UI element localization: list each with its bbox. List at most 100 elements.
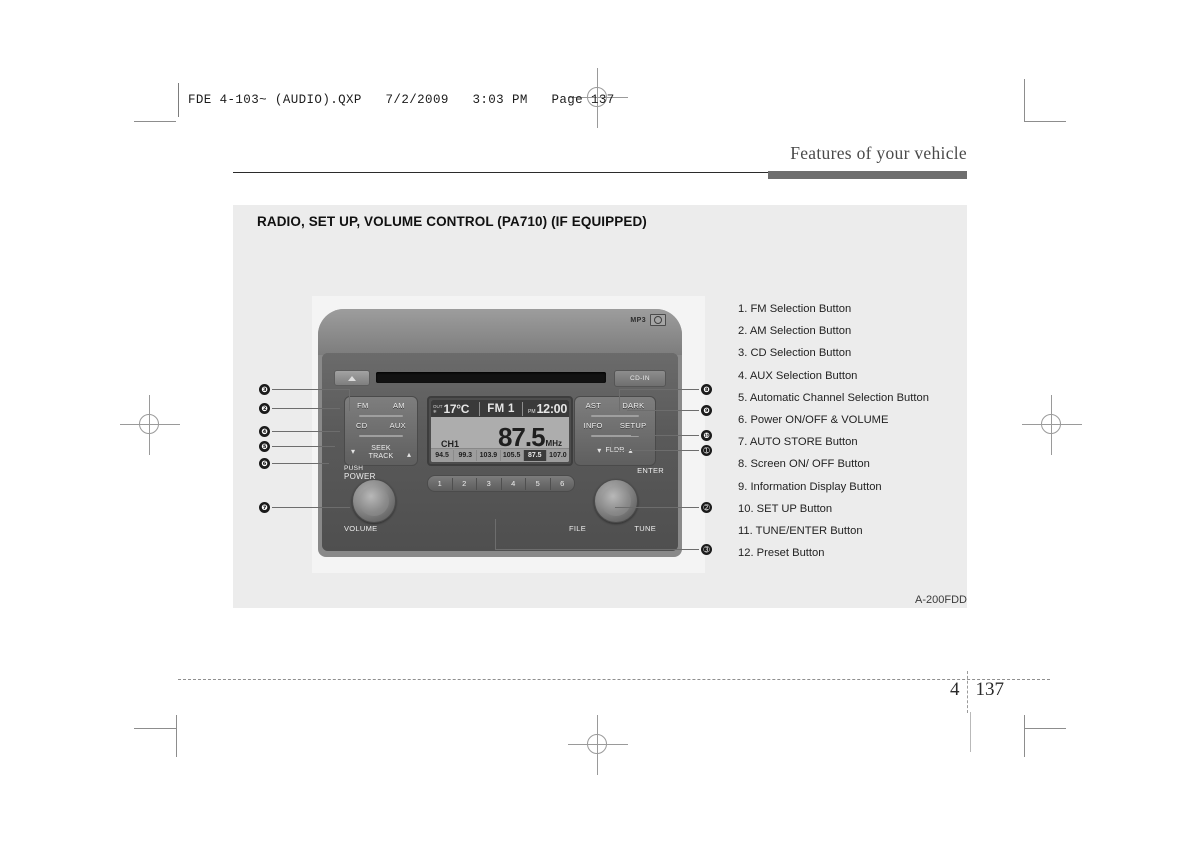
leader-line-9 — [611, 450, 699, 451]
callout-3: ❹ — [259, 426, 270, 437]
preset-freq-cell: 103.9 — [477, 450, 501, 461]
list-item: 6. Power ON/OFF & VOLUME — [738, 414, 889, 427]
trim-tick-top-left — [134, 121, 176, 122]
enter-label: ENTER — [637, 466, 664, 475]
frequency-unit: MHz — [545, 439, 562, 448]
callout-9: ➀ — [701, 445, 712, 456]
leader-line-3 — [272, 431, 340, 432]
fldr-label: FLDR — [605, 447, 624, 455]
fm-am-row: FM AM — [345, 401, 417, 410]
list-item: 11. TUNE/ENTER Button — [738, 525, 863, 538]
callout-4: ❺ — [259, 441, 270, 452]
eject-button[interactable] — [334, 370, 370, 386]
clock-ampm: PM — [528, 408, 536, 415]
legend-list: 1. FM Selection Button 2. AM Selection B… — [738, 298, 968, 564]
registration-mark-right — [1022, 395, 1082, 455]
track-label: TRACK — [368, 453, 394, 460]
ast-dark-row: AST DARK — [575, 401, 655, 410]
volume-label: VOLUME — [344, 524, 378, 533]
source-button-cluster: FM AM CD AUX ▾ SEEK TRACK ▴ — [344, 396, 418, 466]
leader-line-6 — [272, 507, 350, 508]
folder-label-row: ▾ FLDR ▴ — [575, 447, 655, 455]
preset-button-3[interactable]: 3 — [477, 477, 502, 490]
setup-button[interactable]: SETUP — [620, 421, 647, 430]
ast-button[interactable]: AST — [586, 401, 602, 410]
trim-tick-bottom-right-v — [1024, 715, 1025, 757]
fldr-up-chevron-icon[interactable]: ▴ — [629, 447, 633, 455]
callout-7: ❽ — [701, 384, 712, 395]
clock-time: 12:00 — [536, 401, 568, 416]
leader-line-2-v — [349, 389, 350, 411]
seek-up-chevron-icon[interactable]: ▴ — [407, 450, 411, 459]
preset-button-5[interactable]: 5 — [526, 477, 551, 490]
footer-divider — [178, 679, 1050, 681]
reg-circle — [1041, 414, 1061, 434]
reg-circle — [139, 414, 159, 434]
info-setup-row: INFO SETUP — [575, 421, 655, 430]
info-button[interactable]: INFO — [584, 421, 603, 430]
preset-button-2[interactable]: 2 — [453, 477, 477, 490]
head-unit-body: MP3 CD-IN FM AM CD AUX ▾ SEEK TRACK ▴ AS… — [318, 309, 682, 557]
figure-code: A-200FDD — [915, 594, 967, 606]
section-heading: RADIO, SET UP, VOLUME CONTROL (PA710) (I… — [257, 214, 647, 229]
list-item: 12. Preset Button — [738, 547, 825, 560]
aux-button[interactable]: AUX — [390, 421, 406, 430]
seek-track-rocker[interactable]: ▾ SEEK TRACK ▴ — [345, 441, 417, 463]
head-unit-top-bezel — [318, 309, 682, 355]
print-header: FDE 4-103~ (AUDIO).QXP 7/2/2009 3:03 PM … — [178, 83, 615, 117]
preset-frequency-strip: 94.5 99.3 103.9 105.5 87.5 107.0 — [431, 448, 569, 462]
leader-line-12-v — [495, 519, 496, 549]
head-unit-face: CD-IN FM AM CD AUX ▾ SEEK TRACK ▴ AST DA… — [322, 353, 678, 551]
snowflake-icon: ❄ — [433, 408, 437, 414]
page-number: 4 137 — [950, 671, 1004, 721]
callout-2: ❸ — [259, 384, 270, 395]
radio-band-indicator: FM 1 — [487, 402, 515, 415]
callout-10: ❿ — [701, 430, 712, 441]
registration-mark-left — [120, 395, 180, 455]
fldr-down-chevron-icon[interactable]: ▾ — [597, 447, 601, 455]
folder-rocker[interactable]: ▾ FLDR ▴ — [575, 441, 655, 463]
list-item: 4. AUX Selection Button — [738, 369, 858, 382]
am-button[interactable]: AM — [393, 401, 405, 410]
fm-button[interactable]: FM — [357, 401, 368, 410]
callout-5: ❻ — [259, 458, 270, 469]
leader-line-9-v — [611, 437, 612, 450]
preset-freq-cell: 107.0 — [549, 452, 567, 459]
list-item: 7. AUTO STORE Button — [738, 436, 858, 449]
lcd-screen: OUT ❄ 17°C FM 1 PM 12:00 CH1 87.5 MHz 94… — [431, 400, 569, 462]
push-power-label: PUSH POWER — [344, 465, 376, 481]
power-volume-knob[interactable] — [352, 479, 396, 523]
callout-8: ❾ — [701, 405, 712, 416]
clock-display: PM 12:00 — [523, 402, 569, 416]
cd-button[interactable]: CD — [356, 421, 367, 430]
cd-slot — [376, 372, 606, 383]
list-item: 2. AM Selection Button — [738, 325, 852, 338]
print-header-rule — [178, 83, 179, 117]
cd-in-button[interactable]: CD-IN — [614, 370, 666, 387]
cluster-divider-1 — [359, 415, 403, 417]
tune-enter-knob[interactable] — [594, 479, 638, 523]
list-item: 9. Information Display Button — [738, 480, 882, 493]
list-item: 3. CD Selection Button — [738, 347, 852, 360]
leader-line-2 — [272, 389, 349, 390]
preset-button-1[interactable]: 1 — [428, 477, 453, 490]
function-button-cluster: AST DARK INFO SETUP ▾ FLDR ▴ — [574, 396, 656, 466]
content-panel: RADIO, SET UP, VOLUME CONTROL (PA710) (I… — [233, 205, 967, 608]
callout-11: ➁ — [701, 502, 712, 513]
page-number-divider — [966, 671, 969, 713]
callout-12: ➂ — [701, 544, 712, 555]
leader-line-7 — [619, 389, 699, 390]
dark-button[interactable]: DARK — [622, 401, 644, 410]
preset-button-4[interactable]: 4 — [502, 477, 526, 490]
preset-freq-cell: 99.3 — [454, 450, 478, 461]
outside-temperature: OUT ❄ 17°C — [431, 402, 479, 416]
lcd-status-bar: OUT ❄ 17°C FM 1 PM 12:00 — [431, 400, 569, 417]
preset-freq-cell: 94.5 — [431, 450, 455, 461]
preset-button-6[interactable]: 6 — [551, 478, 575, 490]
leader-line-10 — [631, 435, 699, 436]
callout-6: ❼ — [259, 502, 270, 513]
print-header-text: FDE 4-103~ (AUDIO).QXP 7/2/2009 3:03 PM … — [188, 93, 615, 107]
lcd-display: OUT ❄ 17°C FM 1 PM 12:00 CH1 87.5 MHz 94… — [427, 396, 573, 466]
cluster-divider-2 — [359, 435, 403, 437]
leader-line-7-v — [619, 389, 620, 411]
